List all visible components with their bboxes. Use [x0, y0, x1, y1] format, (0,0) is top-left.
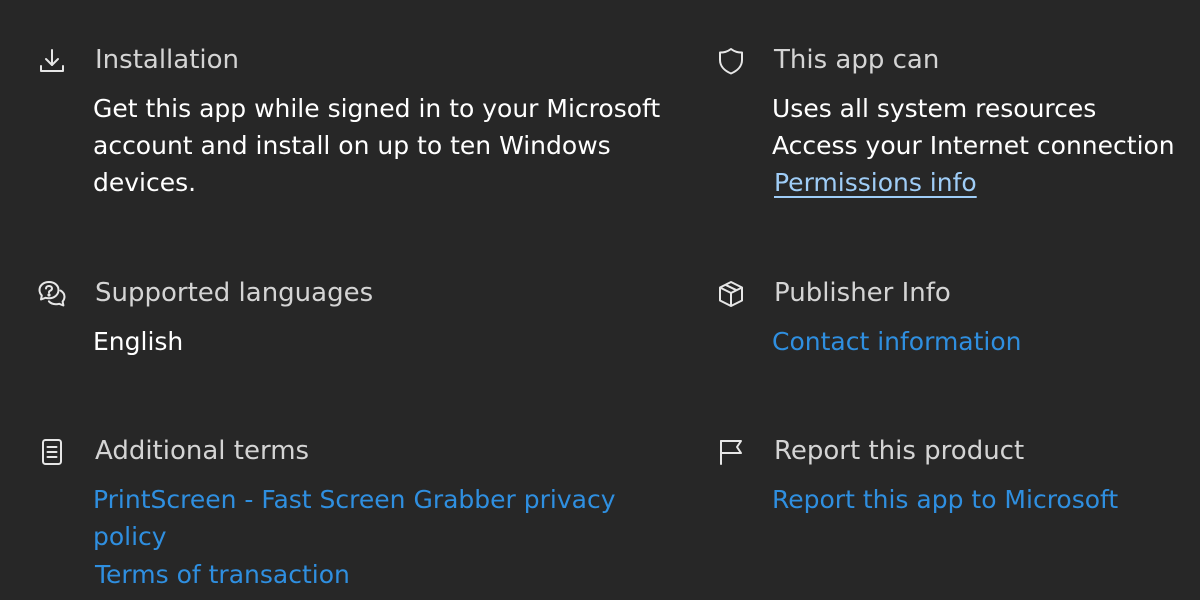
report-app-link[interactable]: Report this app to Microsoft	[772, 481, 1118, 518]
terms-of-transaction-link[interactable]: Terms of transaction	[95, 556, 350, 593]
permission-line-1: Uses all system resources	[772, 94, 1097, 123]
privacy-policy-link-line-1[interactable]: PrintScreen - Fast Screen Grabber privac…	[93, 481, 616, 518]
report-heading: Report this product	[774, 436, 1025, 466]
languages-heading: Supported languages	[95, 278, 374, 308]
language-value: English	[93, 327, 184, 356]
terms-heading: Additional terms	[95, 436, 310, 466]
document-icon	[37, 437, 67, 467]
download-icon	[37, 46, 67, 76]
permissions-heading: This app can	[774, 45, 940, 75]
installation-text-line-2: account and install on up to ten Windows	[93, 131, 611, 160]
privacy-policy-link-line-2[interactable]: policy	[93, 518, 167, 555]
chat-bubbles-icon	[37, 279, 67, 309]
installation-text-line-1: Get this app while signed in to your Mic…	[93, 94, 661, 123]
contact-information-link[interactable]: Contact information	[772, 323, 1022, 360]
permissions-info-link[interactable]: Permissions info	[774, 164, 977, 201]
shield-icon	[716, 46, 746, 76]
flag-icon	[716, 437, 746, 467]
package-icon	[716, 279, 746, 309]
installation-text-line-3: devices.	[93, 168, 197, 197]
publisher-heading: Publisher Info	[774, 278, 951, 308]
installation-heading: Installation	[95, 45, 240, 75]
permission-line-2: Access your Internet connection	[772, 131, 1175, 160]
